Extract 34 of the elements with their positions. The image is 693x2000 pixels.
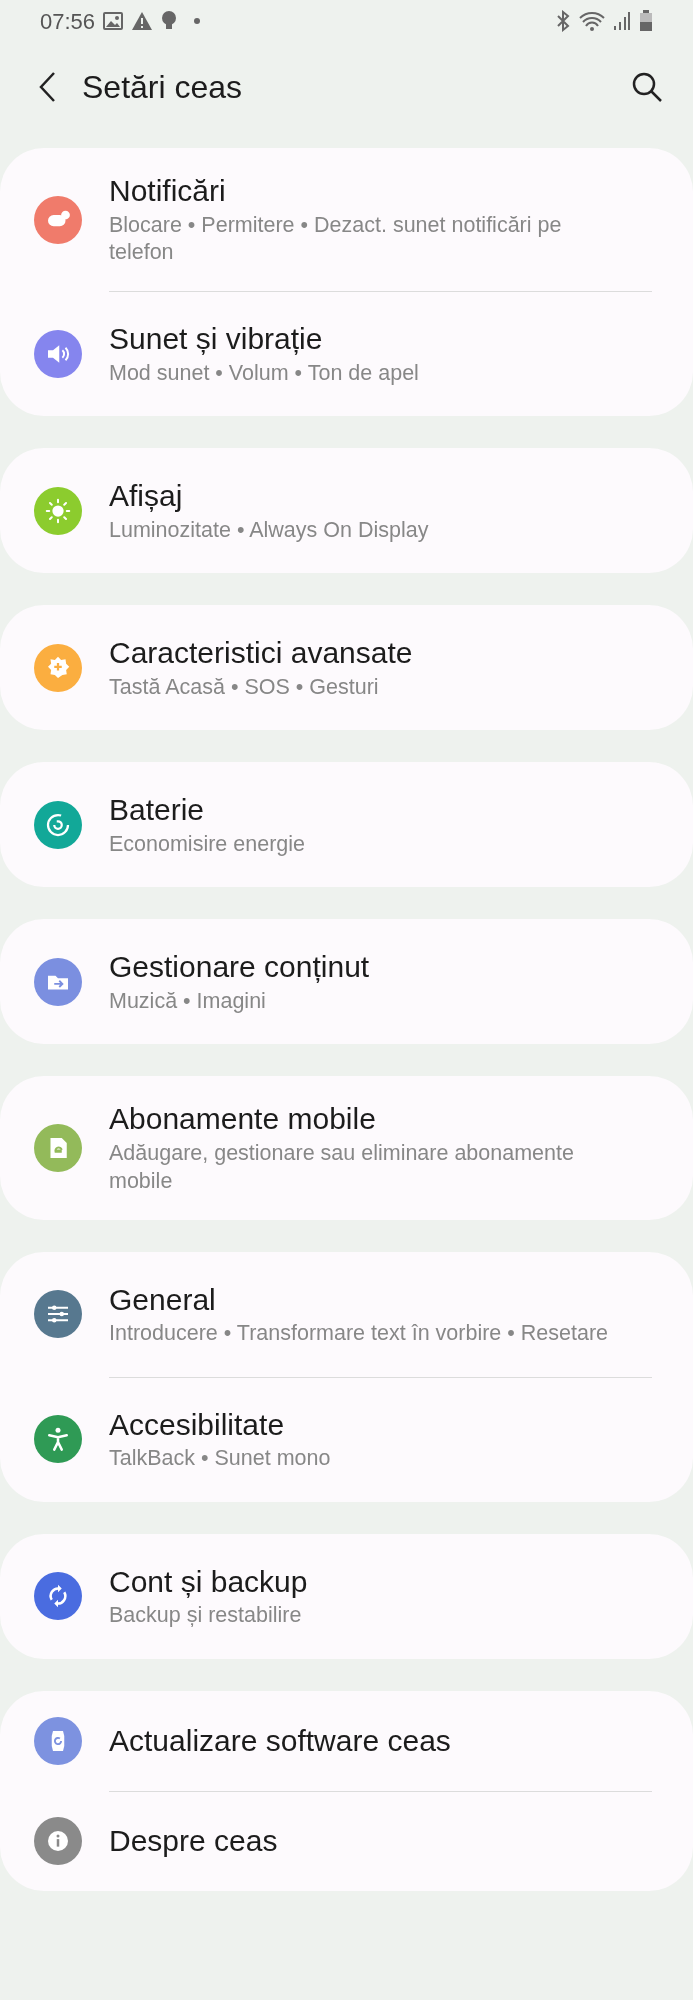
setting-summary: Muzică • Imagini: [109, 987, 267, 1015]
battery-icon: [639, 10, 653, 32]
setting-summary: Luminozitate • Always On Display: [109, 516, 429, 544]
setting-title[interactable]: Accesibilitate: [109, 1405, 331, 1444]
setting-summary: Adăugare, gestionare sau eliminare abonamente mobile: [109, 1139, 575, 1195]
setting-summary: Mod sunet • Volum • Ton de apel: [109, 359, 419, 387]
signal-icon: [613, 11, 631, 31]
setting-title[interactable]: Despre ceas: [109, 1822, 278, 1860]
setting-summary: Tastă Acasă • SOS • Gesturi: [109, 673, 380, 701]
back-icon[interactable]: [38, 71, 56, 103]
setting-title[interactable]: Notificări: [109, 172, 609, 210]
setting-title[interactable]: Gestionare conținut: [109, 948, 370, 986]
setting-title[interactable]: Afișaj: [109, 477, 429, 515]
setting-title[interactable]: General: [109, 1280, 608, 1319]
setting-title[interactable]: Baterie: [109, 791, 305, 829]
wifi-icon: [579, 10, 605, 32]
page-title: Setări ceas: [82, 68, 243, 107]
dot-icon: [193, 17, 202, 25]
setting-summary: Introducere • Transformare text în vorbire • Resetare: [109, 1320, 608, 1348]
setting-summary: Blocare • Permitere • Dezact. sunet notificări pe telefon: [109, 211, 563, 267]
setting-title[interactable]: Sunet și vibrație: [109, 320, 419, 358]
setting-title[interactable]: Abonamente mobile: [109, 1100, 609, 1138]
warning-icon: [131, 11, 154, 31]
setting-summary: Economisire energie: [109, 830, 305, 858]
image-icon: [103, 12, 124, 30]
bulb-icon: [161, 10, 178, 32]
search-icon[interactable]: [631, 71, 663, 103]
setting-summary: TalkBack • Sunet mono: [109, 1445, 331, 1473]
setting-title[interactable]: Cont și backup: [109, 1562, 308, 1601]
bluetooth-icon: [555, 10, 571, 32]
setting-title[interactable]: Caracteristici avansate: [109, 634, 413, 672]
setting-summary: Backup și restabilire: [109, 1602, 303, 1630]
setting-title[interactable]: Actualizare software ceas: [109, 1722, 451, 1760]
status-time: 07:56: [40, 7, 96, 36]
